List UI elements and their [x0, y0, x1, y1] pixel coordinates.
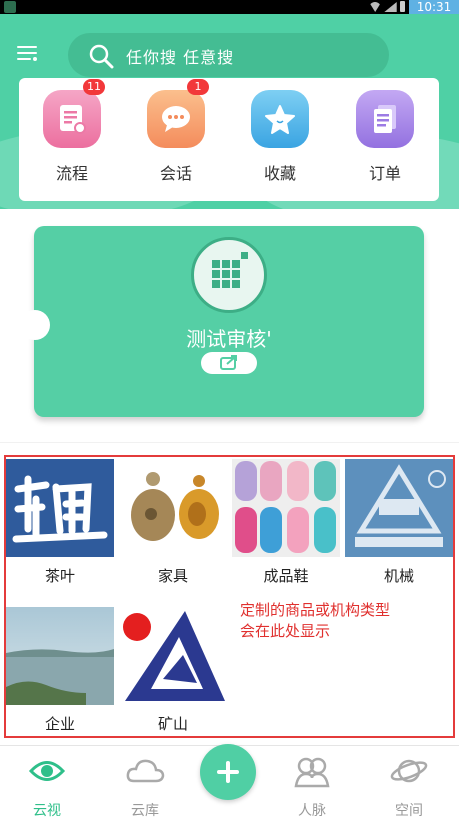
quick-action-label: 会话 [159, 164, 192, 183]
tab-contacts[interactable]: 人脉 [277, 754, 347, 819]
feature-card[interactable]: 测试审核' [20, 226, 424, 417]
tab-space[interactable]: 空间 [374, 754, 444, 819]
machinery-logo-image [345, 459, 453, 557]
search-placeholder: 任你搜 任意搜 [126, 48, 235, 67]
category-label: 矿山 [157, 715, 188, 733]
share-button[interactable] [201, 352, 257, 374]
category-enterprise[interactable]: 企业 [6, 607, 114, 734]
system-indicators [369, 1, 406, 12]
quick-action-chat[interactable]: 1 会话 [141, 79, 211, 184]
quick-action-favorites[interactable]: 收藏 [245, 90, 315, 184]
search-bar[interactable]: 任你搜 任意搜 [68, 33, 389, 77]
category-label: 家具 [157, 567, 188, 585]
search-icon [89, 44, 114, 69]
mining-logo-image [119, 607, 227, 705]
app-notification-icon [4, 1, 16, 13]
document-icon: 11 [43, 79, 105, 148]
quick-action-label: 收藏 [263, 164, 296, 183]
contacts-icon [294, 757, 330, 788]
tab-label: 云视 [33, 803, 61, 819]
feature-section: 测试审核' [0, 209, 459, 442]
notification-badge: 1 [187, 79, 209, 95]
quick-action-label: 流程 [55, 164, 88, 183]
quick-action-flow[interactable]: 11 流程 [37, 79, 107, 184]
status-bar: 10:31 [0, 0, 459, 14]
custom-category-note: 定制的商品或机构类型 会在此处显示 [240, 601, 391, 640]
feature-card-title: 测试审核' [186, 327, 272, 351]
share-icon [220, 355, 237, 370]
tab-label: 云库 [131, 803, 159, 819]
category-label: 机械 [383, 567, 414, 585]
quick-action-label: 订单 [368, 164, 401, 183]
wifi-icon [369, 2, 382, 12]
signal-icon [384, 2, 397, 12]
grid-apps-icon [191, 237, 267, 313]
star-icon [251, 90, 309, 148]
category-tea[interactable]: 茶叶 [6, 459, 114, 586]
furniture-image [119, 459, 227, 557]
status-clock: 10:31 [409, 0, 459, 14]
tab-cloud-library[interactable]: 云库 [110, 754, 180, 819]
category-label: 企业 [44, 715, 75, 733]
quick-action-orders[interactable]: 订单 [350, 90, 420, 184]
eye-icon [28, 761, 66, 781]
shoes-image [232, 459, 340, 557]
add-button[interactable] [200, 744, 256, 800]
tab-label: 人脉 [298, 803, 326, 819]
quick-actions-card: 11 流程 1 会话 收藏 订单 [19, 78, 439, 201]
category-label: 成品鞋 [263, 567, 309, 585]
category-shoes[interactable]: 成品鞋 [232, 459, 340, 586]
enterprise-image [6, 607, 114, 705]
cloud-icon [126, 759, 165, 783]
category-mining[interactable]: 矿山 [119, 607, 227, 734]
notification-badge: 11 [83, 79, 105, 95]
battery-icon [399, 1, 406, 12]
tab-cloud-view[interactable]: 云视 [12, 754, 82, 819]
category-machinery[interactable]: 机械 [345, 459, 453, 586]
category-furniture[interactable]: 家具 [119, 459, 227, 586]
planet-icon [390, 759, 428, 783]
category-label: 茶叶 [44, 567, 75, 585]
chat-icon: 1 [147, 79, 209, 148]
tab-label: 空间 [395, 803, 423, 819]
menu-icon[interactable] [17, 46, 39, 62]
order-list-icon [356, 90, 414, 148]
tea-brand-image [6, 459, 114, 557]
